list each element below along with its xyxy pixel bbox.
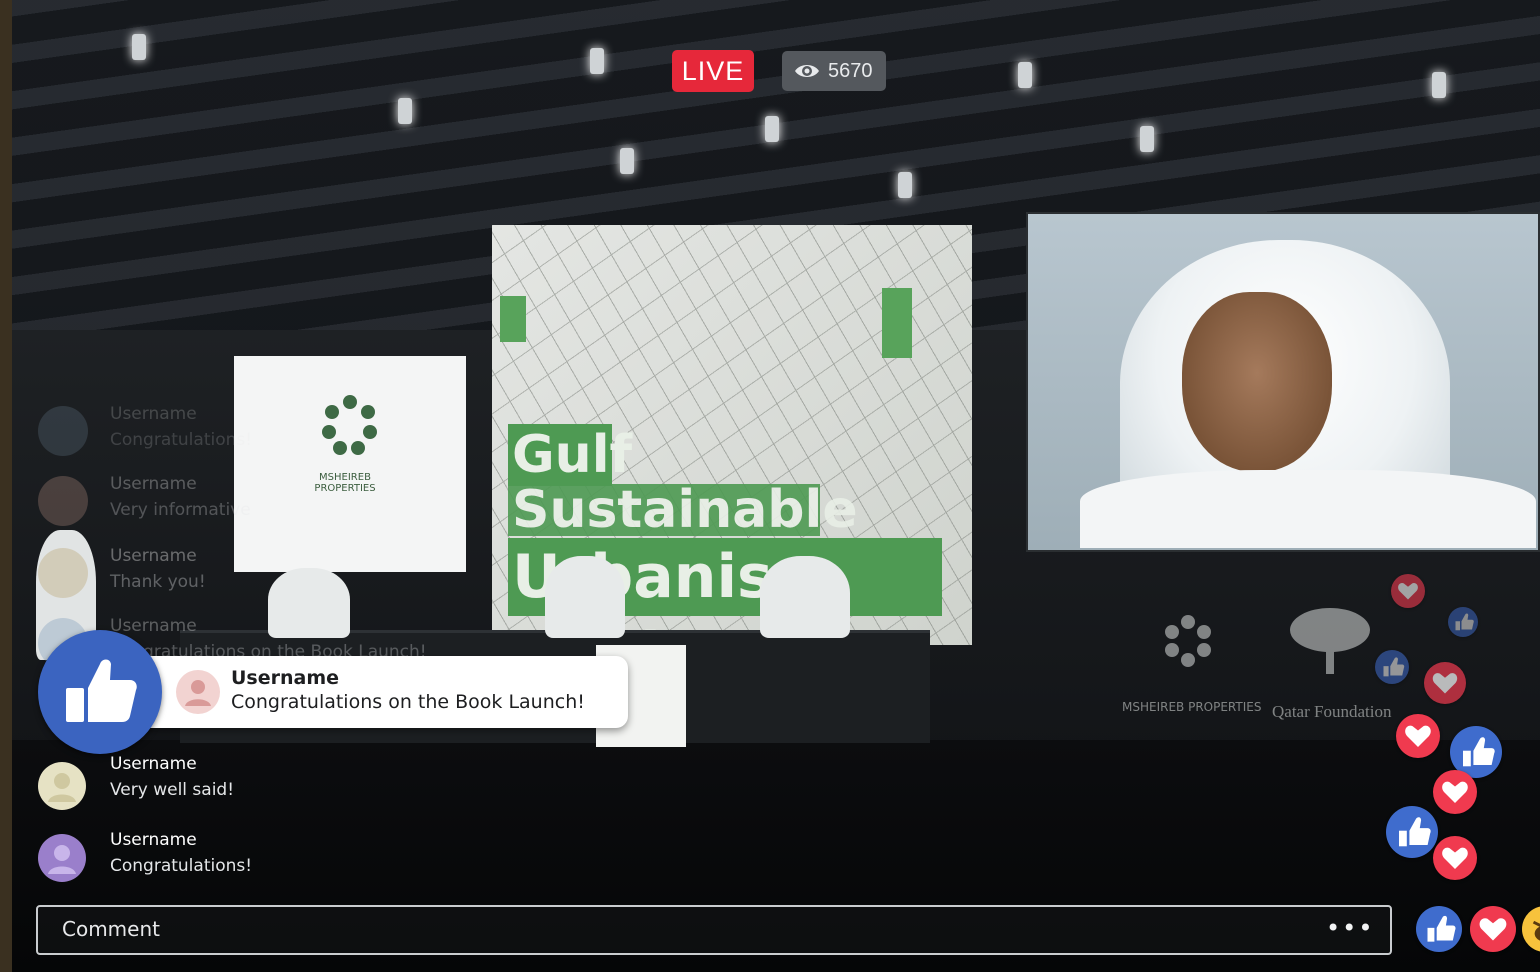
comment-item: Username Congratulations! — [38, 404, 558, 466]
wall-logo-text-qatar-foundation: Qatar Foundation — [1272, 702, 1392, 721]
speaker-face — [1182, 292, 1332, 472]
love-reaction-icon — [1396, 714, 1440, 758]
wall-logo-text-msheireb: MSHEIREB PROPERTIES — [1122, 700, 1262, 714]
ceiling-light — [765, 116, 779, 142]
love-reaction-icon — [1433, 770, 1477, 814]
comment-text: Very informative — [110, 500, 251, 520]
like-reaction-button[interactable] — [1416, 906, 1462, 952]
more-options-button[interactable]: ••• — [1326, 914, 1374, 942]
highlighted-comment-text: Congratulations on the Book Launch! — [231, 691, 585, 713]
frame-edge — [0, 0, 12, 972]
comment-item[interactable]: Username Very well said! — [38, 754, 558, 816]
comment-item: Username Thank you! — [38, 546, 558, 608]
thumbs-up-icon — [66, 659, 137, 722]
ceiling-light — [398, 98, 412, 124]
avatar — [38, 762, 86, 810]
ceiling-light — [620, 148, 634, 174]
comment-item: Username Very informative — [38, 474, 558, 536]
comment-username: Username — [110, 754, 197, 774]
comment-username: Username — [110, 830, 197, 850]
comment-text: Congratulations! — [110, 430, 253, 450]
avatar — [38, 834, 86, 882]
live-badge: LIVE — [672, 50, 754, 92]
viewer-count: 5670 — [828, 60, 873, 82]
like-badge — [38, 630, 162, 754]
avatar — [176, 670, 220, 714]
map-park — [882, 288, 912, 358]
avatar — [38, 476, 88, 526]
user-icon — [48, 773, 76, 802]
viewer-count-badge: 5670 — [782, 51, 886, 91]
comment-input[interactable] — [36, 905, 1392, 955]
like-reaction-icon — [1386, 806, 1438, 858]
ceiling-light — [132, 34, 146, 60]
love-reaction-icon — [1424, 662, 1466, 704]
map-park — [500, 296, 526, 342]
like-reaction-icon — [1375, 650, 1409, 684]
ceiling-light — [898, 172, 912, 198]
comment-item[interactable]: Username Congratulations! — [38, 830, 558, 892]
comment-text: Thank you! — [110, 572, 206, 592]
comment-text: Very well said! — [110, 780, 235, 800]
comment-placeholder: Comment — [62, 917, 160, 941]
haha-reaction-button[interactable] — [1522, 906, 1540, 952]
comment-username: Username — [110, 546, 197, 566]
user-icon — [48, 845, 76, 874]
panelist — [760, 556, 850, 638]
speaker-thobe — [1080, 470, 1536, 548]
highlighted-comment-username: Username — [231, 667, 340, 689]
love-reaction-icon — [1391, 574, 1425, 608]
eye-icon — [795, 65, 819, 77]
comment-text: Congratulations! — [110, 856, 253, 876]
ceiling-light — [1140, 126, 1154, 152]
ceiling-light — [1018, 62, 1032, 88]
avatar — [38, 406, 88, 456]
comment-username: Username — [110, 474, 197, 494]
love-reaction-button[interactable] — [1470, 906, 1516, 952]
comment-username: Username — [110, 404, 197, 424]
ceiling-light — [590, 48, 604, 74]
user-icon — [185, 680, 211, 706]
avatar — [38, 548, 88, 598]
like-reaction-icon — [1448, 607, 1478, 637]
love-reaction-icon — [1433, 836, 1477, 880]
ceiling-light — [1432, 72, 1446, 98]
